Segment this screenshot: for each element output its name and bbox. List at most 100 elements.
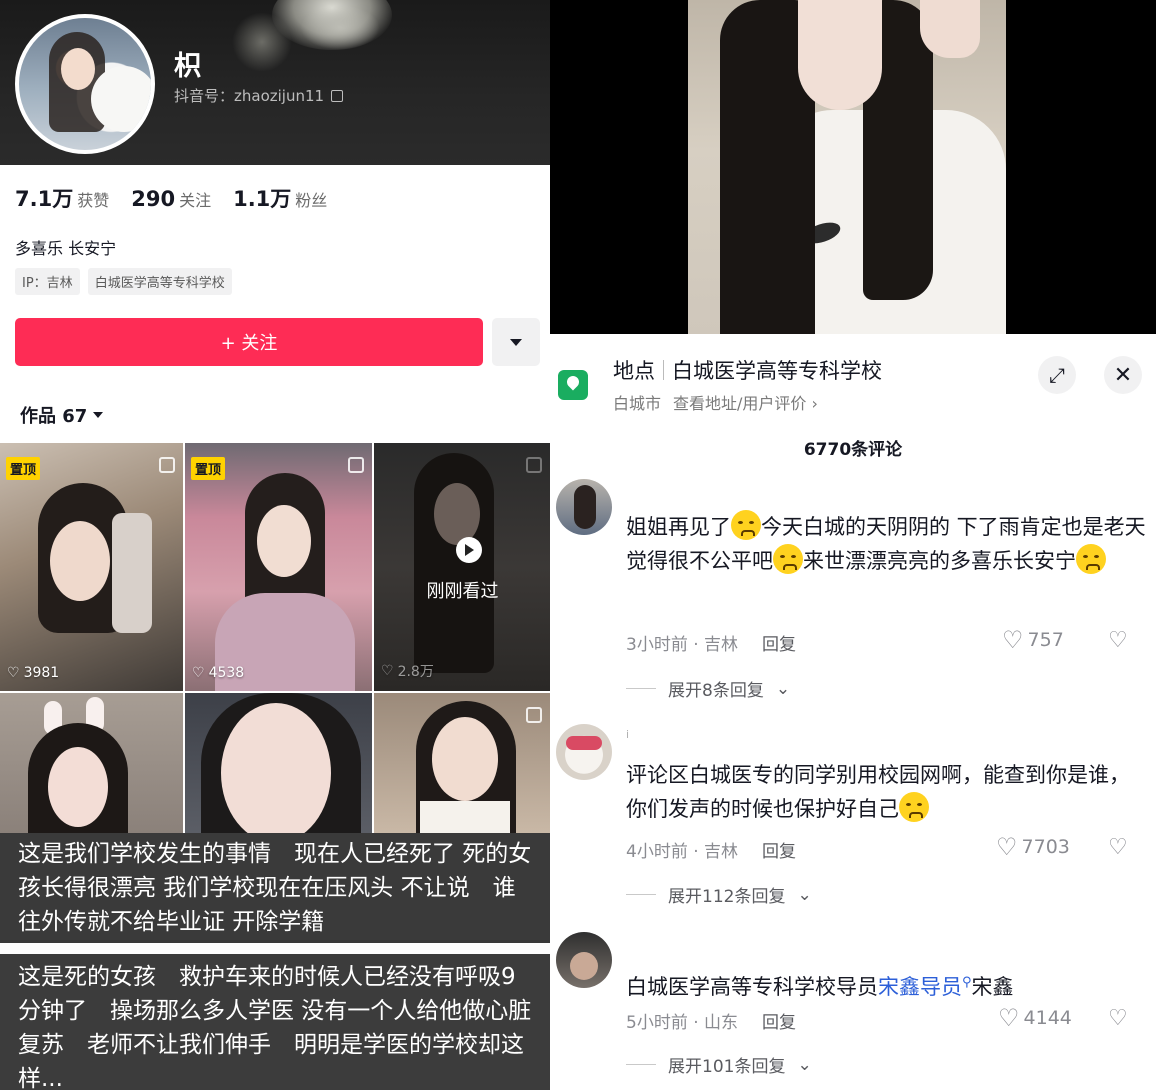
like-count: ♡ 3981 [7,665,59,681]
expand-replies[interactable]: 展开101条回复 ⌄ [626,1052,812,1077]
location-subtitle: 白城市 查看地址/用户评价 › [613,390,818,414]
close-icon: ✕ [1113,362,1133,388]
expand-replies[interactable]: 展开112条回复 ⌄ [626,882,812,907]
reply-button[interactable]: 回复 [762,630,796,655]
avatar-figure [570,952,598,980]
location-pin-icon [558,370,588,400]
avatar-face [61,48,95,90]
like-button[interactable]: ♡ 757 [1002,628,1064,652]
follow-button[interactable]: + 关注 [15,318,483,366]
stat-followers[interactable]: 1.1万 粉丝 [233,183,327,213]
view-address-link[interactable]: 查看地址/用户评价 › [673,390,818,414]
expand-replies-label: 展开8条回复 [668,681,764,701]
search-icon[interactable]: ⚲ [962,975,972,990]
search-link[interactable]: 宋鑫导员 [878,975,962,999]
works-tab[interactable]: 作品 67 [20,402,104,428]
commenter-avatar[interactable] [556,724,612,780]
like-count-value: 4538 [208,665,245,681]
video-thumbnail[interactable]: 置顶 ♡ 4538 [185,443,372,691]
thumbnail-figure [50,521,110,601]
heart-icon: ♡ [998,1004,1020,1032]
school-tag[interactable]: 白城医学高等专科学校 [87,268,232,295]
stat-label: 获赞 [77,191,110,210]
avatar-bow [566,736,602,750]
photo-hand [920,0,980,58]
commenter-avatar[interactable] [556,932,612,988]
pinned-badge: 置顶 [191,457,226,480]
dislike-icon[interactable]: ♡ [1108,628,1128,653]
stat-value: 1.1万 [233,187,292,211]
thumbnail-figure [257,505,311,577]
divider [626,1064,656,1065]
heart-icon: ♡ [7,665,20,681]
reply-button[interactable]: 回复 [762,837,796,862]
divider [663,360,664,380]
selfie-photo[interactable] [688,0,1006,334]
commenter-avatar[interactable] [556,479,612,535]
comment-text: 评论区白城医专的同学别用校园网啊，能查到你是谁，你们发声的时候也保护好自己 [626,758,1146,826]
video-thumbnail[interactable] [374,693,550,833]
chevron-down-icon [510,338,522,346]
divider [626,688,656,689]
profile-panel: 枳 抖音号：zhaozijun11 7.1万 获赞 290 关注 1.1万 粉丝 多喜… [0,0,550,1090]
profile-nickname: 枳 [174,51,201,82]
expand-button[interactable]: ⤢ [1038,356,1076,394]
multi-image-icon [348,457,364,473]
commenter-name[interactable]: i [626,728,629,741]
more-options-button[interactable] [492,318,540,366]
chevron-down-icon [93,412,104,418]
profile-stats: 7.1万 获赞 290 关注 1.1万 粉丝 [15,183,327,213]
location-comments-panel: 地点 白城医学高等专科学校 白城市 查看地址/用户评价 › ⤢ ✕ 6770条评… [550,0,1156,1090]
chevron-down-icon: ⌄ [797,1054,812,1075]
video-thumbnail[interactable] [0,693,183,833]
caption-overlay: 这是我们学校发生的事情 现在人已经死了 死的女孩长得很漂亮 我们学校现在在压风头… [0,833,550,943]
chevron-down-icon: ⌄ [775,678,791,699]
location-title-prefix: 地点 [613,359,655,383]
comment-text-part: 来世漂漂亮亮的多喜乐长安宁 [803,549,1076,573]
header-background-flower [300,5,380,50]
divider [626,894,656,895]
pinned-badge: 置顶 [6,457,41,480]
heart-icon: ♡ [1002,626,1024,654]
thumbnail-figure [221,703,331,833]
like-count: ♡ 2.8万 [381,661,434,681]
heart-icon: ♡ [381,663,394,679]
video-thumbnail[interactable]: 置顶 ♡ 3981 [0,443,183,691]
thumbnail-figure [112,513,152,633]
crying-emoji-icon [773,544,803,574]
like-button[interactable]: ♡ 7703 [996,835,1070,859]
avatar-figure [574,485,596,529]
copy-icon[interactable] [331,89,344,102]
like-count-value: 2.8万 [397,664,434,680]
like-button[interactable]: ♡ 4144 [998,1006,1072,1030]
like-count-value: 4144 [1023,1007,1072,1029]
stat-likes[interactable]: 7.1万 获赞 [15,183,109,213]
heart-icon: ♡ [996,833,1018,861]
comment-text: 白城医学高等专科学校导员宋鑫导员⚲宋鑫 [626,966,1146,1004]
profile-avatar[interactable] [15,14,155,154]
like-count-value: 7703 [1021,836,1070,858]
reply-button[interactable]: 回复 [762,1008,796,1033]
location-title[interactable]: 地点 白城医学高等专科学校 [613,355,882,385]
photo-face [798,0,882,110]
comment-text-part: 姐姐再见了 [626,515,731,539]
video-thumbnail[interactable]: ♡ 2.8万 [374,443,550,691]
douyin-id-text: 抖音号：zhaozijun11 [174,87,325,105]
thumbnail-figure [420,801,510,833]
comment-text: 姐姐再见了 今天白城的天阴阴的 下了雨肯定也是老天觉得很不公平吧 来世漂漂亮亮的多喜… [626,510,1146,578]
expand-replies[interactable]: 展开8条回复 ⌄ [626,676,790,701]
location-city: 白城市 [613,394,662,413]
comment-count: 6770条评论 [803,440,903,460]
comment-meta: 3小时前 · 吉林 回复 [626,630,796,655]
stat-following[interactable]: 290 关注 [131,187,211,211]
comment-text-part: 白城医学高等专科学校导员 [626,975,878,999]
expand-replies-label: 展开101条回复 [668,1057,786,1077]
dislike-icon[interactable]: ♡ [1108,1006,1128,1031]
multi-image-icon [526,457,542,473]
play-icon[interactable] [456,537,482,563]
comment-text-part: 评论区白城医专的同学别用校园网啊，能查到你是谁，你们发声的时候也保护好自己 [626,763,1130,821]
douyin-id[interactable]: 抖音号：zhaozijun11 [174,85,344,106]
close-button[interactable]: ✕ [1104,356,1142,394]
dislike-icon[interactable]: ♡ [1108,835,1128,860]
video-thumbnail[interactable] [185,693,372,833]
